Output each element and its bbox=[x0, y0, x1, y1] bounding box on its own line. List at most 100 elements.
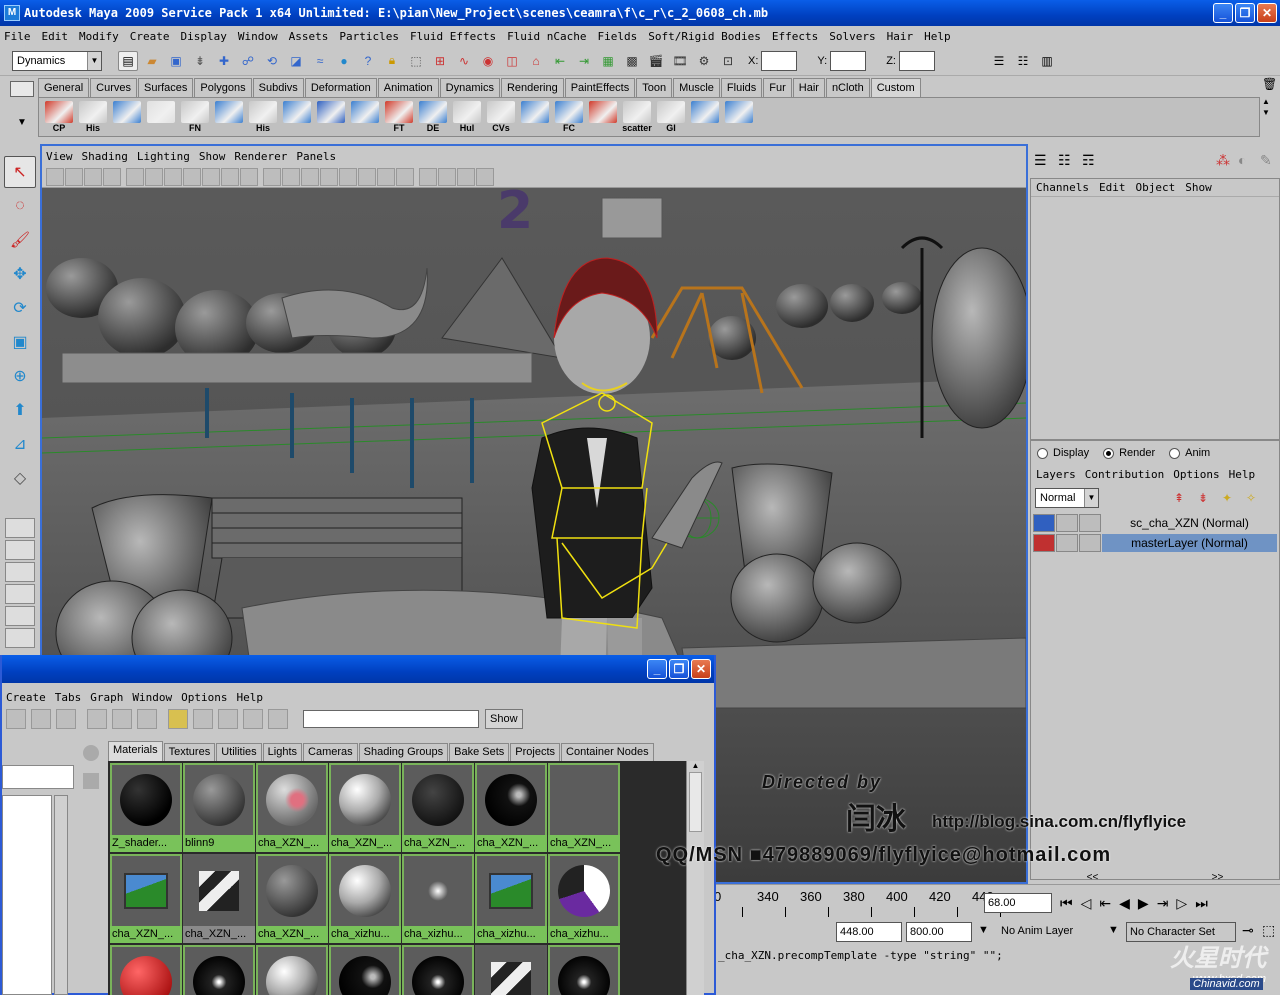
clear-graph-icon[interactable] bbox=[268, 709, 288, 729]
layer-blend-mode-dropdown[interactable]: Normal ▼ bbox=[1035, 488, 1099, 508]
x-field[interactable] bbox=[761, 50, 798, 71]
field-chart-icon[interactable] bbox=[202, 167, 220, 186]
shelf-tab-muscle[interactable]: Muscle bbox=[673, 78, 720, 97]
material-swatch[interactable] bbox=[475, 945, 547, 995]
input-output-connections-icon[interactable] bbox=[112, 709, 132, 729]
channels-menu-object[interactable]: Object bbox=[1135, 181, 1175, 194]
xray-icon[interactable] bbox=[396, 167, 414, 186]
hypershade-tab-lights[interactable]: Lights bbox=[262, 743, 303, 761]
hypershade-scrollbar[interactable]: ▲ bbox=[686, 761, 704, 995]
hypershade-tab-textures[interactable]: Textures bbox=[163, 743, 216, 761]
camera-attributes-icon[interactable] bbox=[65, 167, 83, 186]
shelf-tab-hair[interactable]: Hair bbox=[792, 78, 825, 97]
shelf-tab-fluids[interactable]: Fluids bbox=[720, 78, 763, 97]
shelf-scroll-up-icon[interactable]: ▲ bbox=[1262, 97, 1278, 106]
menu-modify[interactable]: Modify bbox=[79, 30, 119, 43]
shelf-button[interactable] bbox=[111, 99, 143, 135]
new-empty-layer-icon[interactable]: ✦ bbox=[1217, 488, 1237, 508]
lock-selection-icon[interactable]: 🔒︎ bbox=[382, 51, 402, 71]
open-scene-icon[interactable]: ▰ bbox=[142, 51, 162, 71]
current-frame-field[interactable]: 68.00 bbox=[984, 893, 1052, 913]
layer-mode-anim[interactable]: Anim bbox=[1169, 447, 1210, 459]
shelf-tab-animation[interactable]: Animation bbox=[377, 78, 439, 97]
hypershade-tab-materials[interactable]: Materials bbox=[108, 741, 163, 761]
gate-mask-icon[interactable] bbox=[183, 167, 201, 186]
save-scene-icon[interactable]: ▣ bbox=[166, 51, 186, 71]
range-start-field[interactable]: 448.00 bbox=[836, 922, 902, 942]
hs-menu-window[interactable]: Window bbox=[132, 691, 172, 704]
shelf-tab-painteffects[interactable]: PaintEffects bbox=[564, 78, 636, 97]
material-swatch[interactable]: cha_xizhu... bbox=[329, 854, 401, 943]
shelf-button[interactable]: His bbox=[247, 99, 279, 135]
highlight-selection-icon[interactable]: ⬚ bbox=[406, 51, 426, 71]
shelf-menu-icon[interactable]: ▼ bbox=[10, 117, 34, 131]
grid-view-icon[interactable] bbox=[83, 773, 99, 789]
hypershade-tab-container-nodes[interactable]: Container Nodes bbox=[561, 743, 654, 761]
play-forwards-icon[interactable]: ▶ bbox=[1138, 895, 1149, 912]
hs-menu-help[interactable]: Help bbox=[236, 691, 263, 704]
key-icon[interactable]: ⊸ bbox=[1242, 922, 1254, 939]
preferences-icon[interactable]: ⬚ bbox=[1262, 922, 1275, 939]
material-swatch[interactable]: cha_xizhu... bbox=[475, 854, 547, 943]
object-mode-icon[interactable]: ✚ bbox=[214, 51, 234, 71]
go-to-start-icon[interactable]: ⏮︎ bbox=[1060, 895, 1073, 912]
menu-effects[interactable]: Effects bbox=[772, 30, 818, 43]
menu-help[interactable]: Help bbox=[924, 30, 951, 43]
grid-toggle-icon[interactable] bbox=[126, 167, 144, 186]
render-settings-icon[interactable]: ⚙ bbox=[694, 51, 714, 71]
frame-selected-icon[interactable] bbox=[457, 167, 475, 186]
hypershade-show-button[interactable]: Show bbox=[485, 709, 523, 729]
render-layer-row[interactable]: sc_cha_XZN (Normal) bbox=[1033, 513, 1277, 533]
frame-all-icon[interactable] bbox=[438, 167, 456, 186]
hypershade-maximize-button[interactable]: ❐ bbox=[669, 659, 689, 679]
channels-menu-show[interactable]: Show bbox=[1185, 181, 1212, 194]
z-field[interactable] bbox=[898, 50, 935, 71]
material-swatch[interactable]: cha_xizhu... bbox=[402, 854, 474, 943]
component-mode-icon[interactable]: ☍ bbox=[238, 51, 258, 71]
hypershade-tab-shading-groups[interactable]: Shading Groups bbox=[358, 743, 449, 761]
attribute-editor-toggle-icon[interactable]: ☰ bbox=[989, 51, 1009, 71]
shelf-button[interactable] bbox=[587, 99, 619, 135]
hypershade-close-button[interactable]: ✕ bbox=[691, 659, 711, 679]
trash-icon[interactable]: 🗑︎ bbox=[1262, 77, 1278, 91]
select-curves-icon[interactable]: ≈ bbox=[310, 51, 330, 71]
shelf-tab-surfaces[interactable]: Surfaces bbox=[137, 78, 194, 97]
viewport-menu-renderer[interactable]: Renderer bbox=[234, 150, 287, 163]
menu-display[interactable]: Display bbox=[181, 30, 227, 43]
step-forward-frame-icon[interactable]: ▷ bbox=[1176, 895, 1187, 912]
material-swatch[interactable]: cha_XZN_... bbox=[256, 763, 328, 852]
material-swatch[interactable]: blinn9 bbox=[183, 763, 255, 852]
render-layer-row[interactable]: masterLayer (Normal) bbox=[1033, 533, 1277, 553]
viewport-menu-show[interactable]: Show bbox=[199, 150, 226, 163]
last-tool-icon[interactable]: ◇ bbox=[4, 462, 36, 494]
output-connections-icon[interactable] bbox=[137, 709, 157, 729]
channels-menu-channels[interactable]: Channels bbox=[1036, 181, 1089, 194]
menu-soft-rigid-bodies[interactable]: Soft/Rigid Bodies bbox=[648, 30, 761, 43]
input-history-icon[interactable]: ⇤ bbox=[550, 51, 570, 71]
graph-network-icon[interactable] bbox=[56, 709, 76, 729]
close-button[interactable]: ✕ bbox=[1257, 3, 1277, 23]
hypershade-search-field[interactable] bbox=[303, 710, 479, 728]
hierarchy-mode-icon[interactable]: ⇟ bbox=[190, 51, 210, 71]
channel-box-layout-icon[interactable]: ☰ bbox=[1034, 152, 1047, 169]
input-mode-icon[interactable]: ⊡ bbox=[718, 51, 738, 71]
channel-box-toggle-icon[interactable]: ▥ bbox=[1037, 51, 1057, 71]
hs-menu-options[interactable]: Options bbox=[181, 691, 227, 704]
viewport-menu-shading[interactable]: Shading bbox=[82, 150, 128, 163]
select-tool-icon[interactable]: ↖ bbox=[4, 156, 36, 188]
paint-select-tool-icon[interactable]: 🖌︎ bbox=[4, 224, 36, 256]
show-bottom-tabs-icon[interactable] bbox=[193, 709, 213, 729]
select-handles-icon[interactable]: ⟲ bbox=[262, 51, 282, 71]
new-layer-from-selection-icon[interactable]: ✧ bbox=[1241, 488, 1261, 508]
tool-settings-toggle-icon[interactable]: ☷ bbox=[1013, 51, 1033, 71]
tool-settings-layout-icon[interactable]: ☶ bbox=[1082, 152, 1095, 169]
material-swatch[interactable] bbox=[183, 945, 255, 995]
shelf-tab-rendering[interactable]: Rendering bbox=[500, 78, 564, 97]
renderable-toggle-icon[interactable] bbox=[1033, 514, 1055, 532]
menu-fluid-effects[interactable]: Fluid Effects bbox=[410, 30, 496, 43]
layer-menu-help[interactable]: Help bbox=[1229, 468, 1256, 481]
y-field[interactable] bbox=[830, 50, 867, 71]
attribute-editor-layout-icon[interactable]: ☷ bbox=[1058, 152, 1071, 169]
shelf-button[interactable] bbox=[723, 99, 755, 135]
material-swatch[interactable]: Z_shader... bbox=[110, 763, 182, 852]
